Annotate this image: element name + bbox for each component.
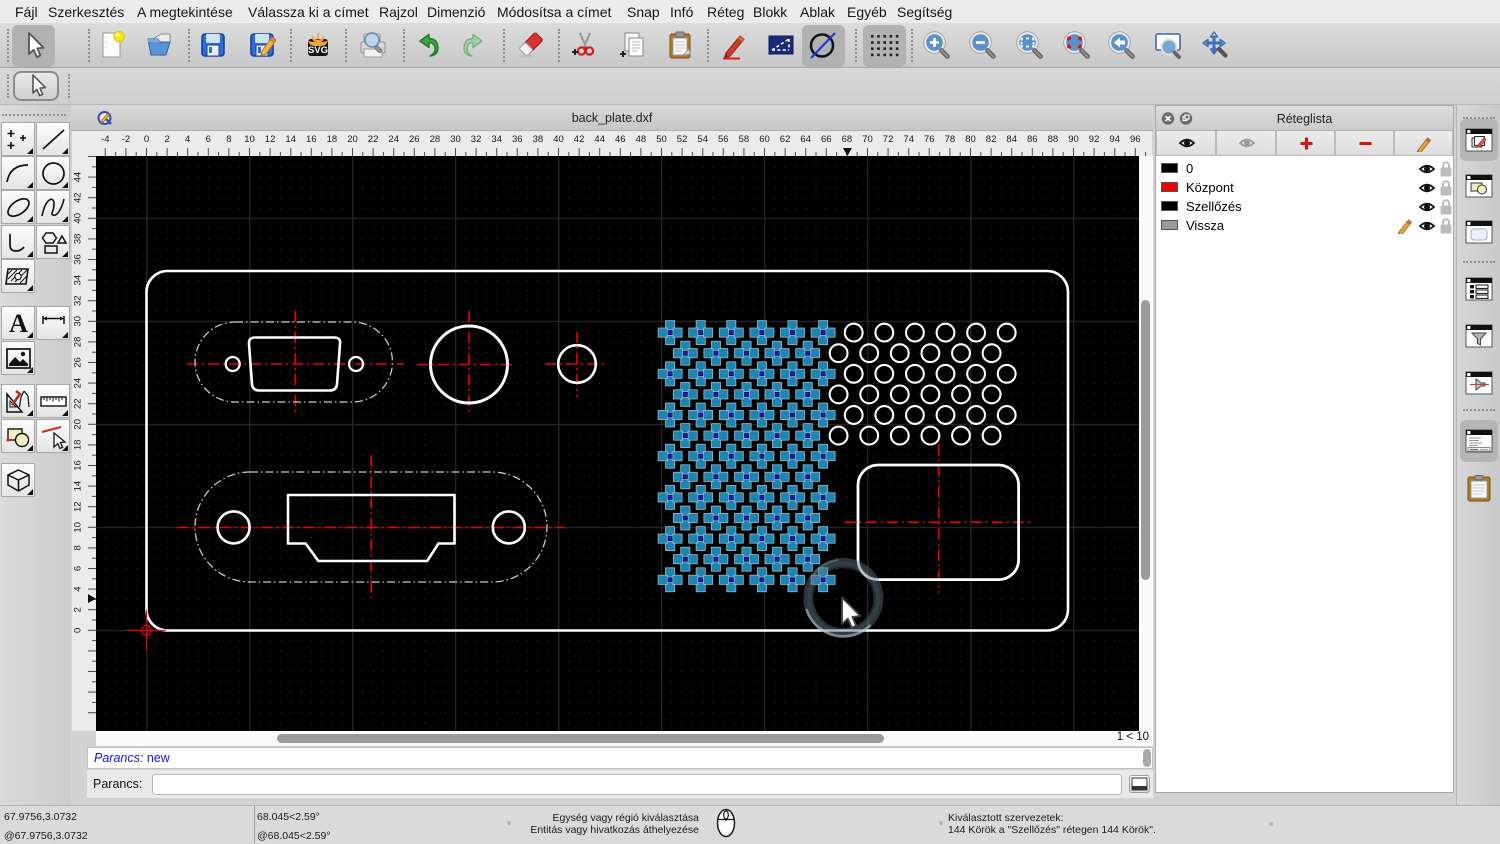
svg-text:20: 20 — [73, 419, 84, 430]
svg-text:94: 94 — [1109, 134, 1120, 145]
svg-text:26: 26 — [73, 357, 84, 368]
svg-text:42: 42 — [574, 134, 585, 145]
svg-text:12: 12 — [265, 134, 276, 145]
svg-text:2: 2 — [73, 607, 84, 612]
svg-text:32: 32 — [73, 295, 84, 306]
svg-text:6: 6 — [73, 566, 84, 571]
svg-text:40: 40 — [73, 213, 84, 224]
svg-text:24: 24 — [73, 378, 84, 389]
svg-text:14: 14 — [73, 481, 84, 492]
svg-text:-4: -4 — [101, 134, 109, 145]
svg-text:62: 62 — [780, 134, 791, 145]
svg-text:34: 34 — [491, 134, 502, 145]
svg-text:32: 32 — [471, 134, 482, 145]
svg-text:2: 2 — [164, 134, 169, 145]
svg-text:24: 24 — [388, 134, 399, 145]
svg-text:52: 52 — [677, 134, 688, 145]
svg-text:SVG: SVG — [308, 45, 328, 56]
svg-text:64: 64 — [800, 134, 811, 145]
svg-text:18: 18 — [73, 440, 84, 451]
svg-text:42: 42 — [73, 192, 84, 203]
svg-text:0: 0 — [73, 628, 84, 633]
svg-text:86: 86 — [1027, 134, 1038, 145]
svg-text:38: 38 — [73, 234, 84, 245]
svg-text:12: 12 — [73, 501, 84, 512]
svg-text:44: 44 — [73, 172, 84, 183]
svg-text:72: 72 — [883, 134, 894, 145]
svg-text:10: 10 — [244, 134, 255, 145]
svg-text:36: 36 — [73, 254, 84, 265]
svg-text:8: 8 — [226, 134, 231, 145]
svg-text:76: 76 — [924, 134, 935, 145]
svg-text:38: 38 — [533, 134, 544, 145]
svg-text:36: 36 — [512, 134, 523, 145]
svg-text:20: 20 — [347, 134, 358, 145]
svg-text:4: 4 — [73, 586, 84, 591]
svg-text:84: 84 — [1006, 134, 1017, 145]
svg-text:26: 26 — [409, 134, 420, 145]
svg-text:40: 40 — [553, 134, 564, 145]
svg-text:92: 92 — [1089, 134, 1100, 145]
svg-text:14: 14 — [285, 134, 296, 145]
svg-text:30: 30 — [450, 134, 461, 145]
svg-text:-2: -2 — [122, 134, 130, 145]
svg-text:16: 16 — [73, 460, 84, 471]
svg-text:54: 54 — [697, 134, 708, 145]
svg-text:22: 22 — [73, 398, 84, 409]
svg-text:50: 50 — [656, 134, 667, 145]
svg-text:34: 34 — [73, 275, 84, 286]
svg-text:48: 48 — [636, 134, 647, 145]
svg-text:60: 60 — [759, 134, 770, 145]
svg-text:66: 66 — [821, 134, 832, 145]
svg-text:10: 10 — [73, 522, 84, 533]
svg-text:96: 96 — [1130, 134, 1141, 145]
svg-text:18: 18 — [327, 134, 338, 145]
svg-text:68: 68 — [842, 134, 853, 145]
svg-text:70: 70 — [862, 134, 873, 145]
svg-text:28: 28 — [73, 337, 84, 348]
svg-text:22: 22 — [368, 134, 379, 145]
svg-text:46: 46 — [615, 134, 626, 145]
svg-text:8: 8 — [73, 545, 84, 550]
svg-text:74: 74 — [903, 134, 914, 145]
svg-text:88: 88 — [1048, 134, 1059, 145]
svg-text:90: 90 — [1068, 134, 1079, 145]
svg-text:78: 78 — [945, 134, 956, 145]
svg-text:4: 4 — [185, 134, 190, 145]
svg-text:56: 56 — [718, 134, 729, 145]
svg-text:28: 28 — [430, 134, 441, 145]
svg-text:A: A — [9, 309, 28, 338]
svg-text:80: 80 — [965, 134, 976, 145]
svg-text:58: 58 — [739, 134, 750, 145]
svg-text:44: 44 — [594, 134, 605, 145]
svg-text:30: 30 — [73, 316, 84, 327]
svg-text:0: 0 — [144, 134, 149, 145]
svg-text:6: 6 — [206, 134, 211, 145]
svg-text:82: 82 — [986, 134, 997, 145]
svg-text:16: 16 — [306, 134, 317, 145]
